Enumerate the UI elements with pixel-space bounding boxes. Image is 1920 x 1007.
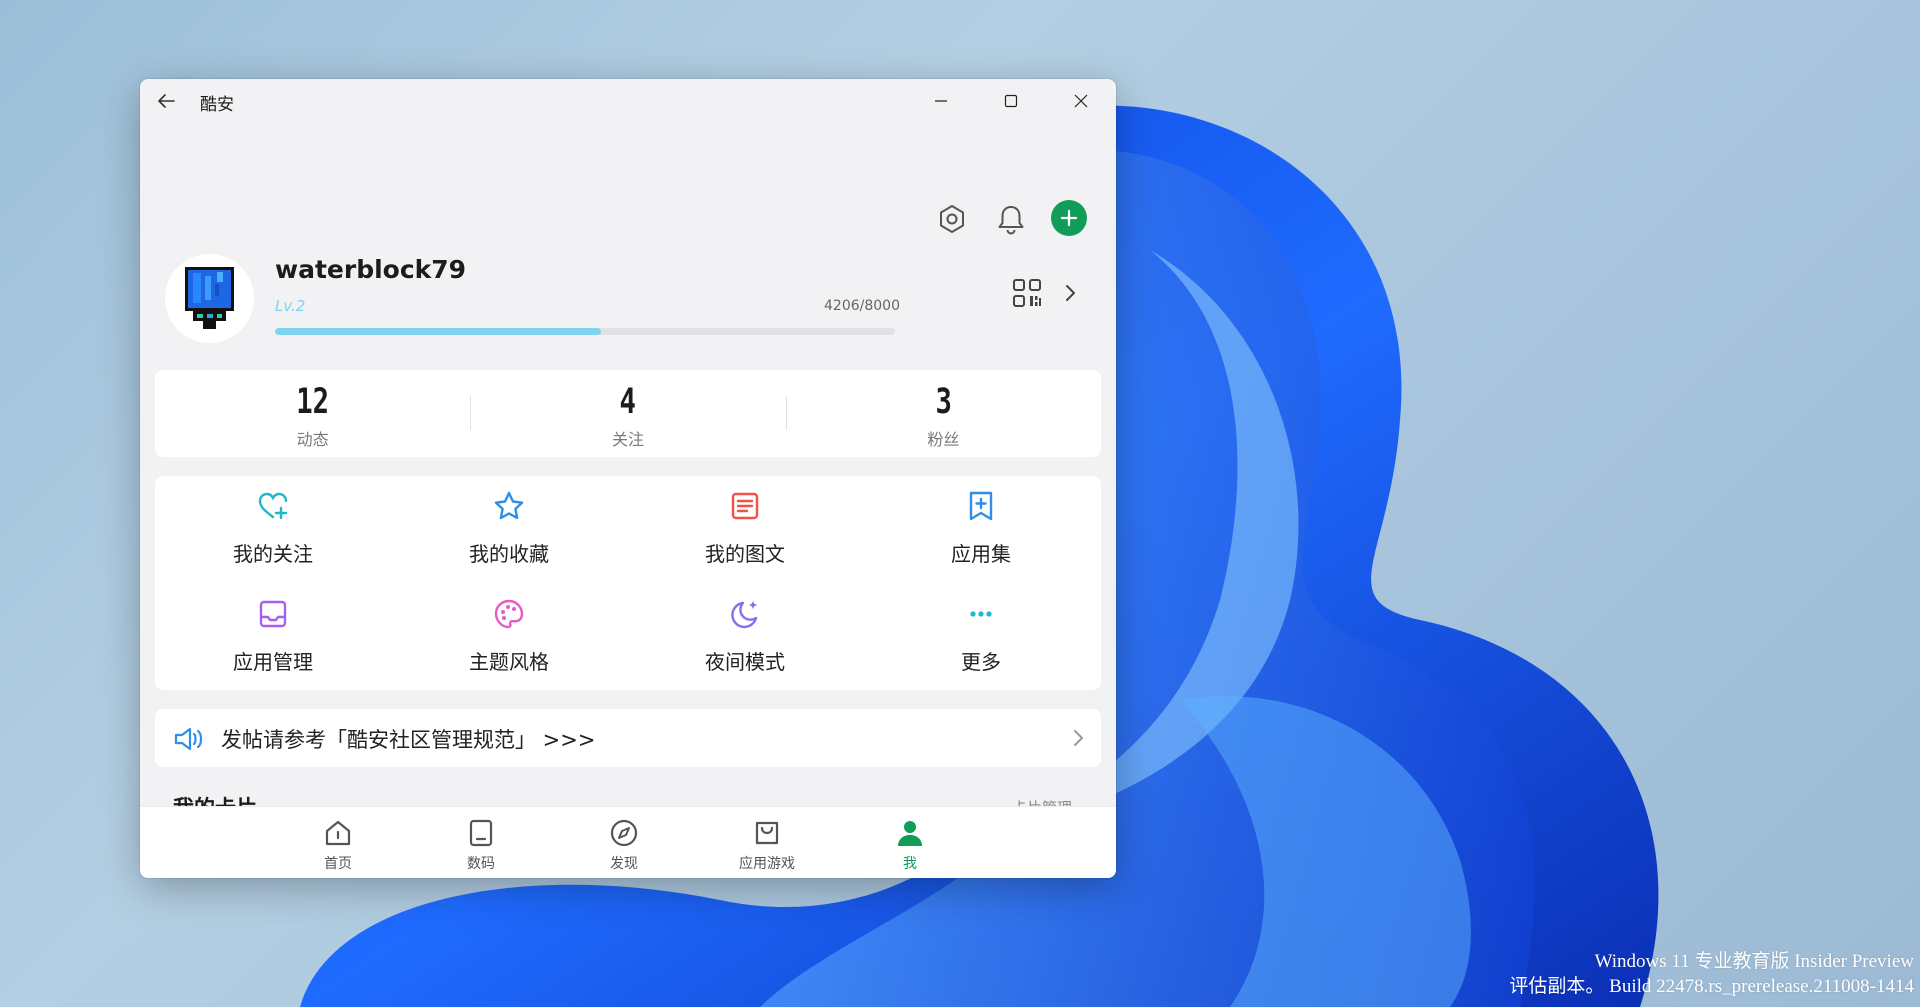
menu-night-mode[interactable]: 夜间模式 [627, 584, 863, 684]
maximize-icon [1004, 94, 1018, 108]
stat-label: 粉丝 [927, 430, 960, 449]
menu-label: 应用管理 [233, 650, 313, 674]
menu-my-follows[interactable]: 我的关注 [155, 476, 391, 576]
exp-progress-bar [275, 328, 895, 335]
window-title: 酷安 [200, 95, 234, 115]
home-icon [322, 817, 354, 849]
avatar-image [165, 254, 254, 343]
notifications-button[interactable] [989, 197, 1033, 241]
article-icon [727, 488, 763, 524]
inbox-icon [255, 596, 291, 632]
star-icon [491, 488, 527, 524]
close-icon [1074, 94, 1088, 108]
nav-label: 数码 [467, 856, 495, 872]
arrow-left-icon [158, 94, 175, 108]
plus-icon [1060, 209, 1078, 227]
bag-icon [751, 817, 783, 849]
moon-star-icon [727, 596, 763, 632]
settings-button[interactable] [930, 197, 974, 241]
menu-label: 我的图文 [705, 542, 785, 566]
stat-label: 关注 [611, 430, 644, 449]
minimize-icon [935, 100, 947, 102]
nav-apps-games[interactable]: 应用游戏 [717, 807, 817, 878]
stats-card: 12 动态 4 关注 3 粉丝 [155, 370, 1101, 457]
user-level: Lv.2 [275, 297, 306, 315]
nav-discover[interactable]: 发现 [574, 807, 674, 878]
speaker-icon [173, 723, 205, 755]
menu-more[interactable]: 更多 [863, 584, 1099, 684]
menu-app-management[interactable]: 应用管理 [155, 584, 391, 684]
menu-label: 我的收藏 [469, 542, 549, 566]
nav-label: 首页 [324, 856, 352, 872]
chevron-right-icon [1066, 285, 1075, 301]
menu-label: 更多 [961, 650, 1001, 674]
exp-count: 4206/8000 [824, 298, 900, 314]
menu-label: 夜间模式 [705, 650, 785, 674]
menu-label: 应用集 [951, 542, 1011, 566]
menu-app-collections[interactable]: 应用集 [863, 476, 1099, 576]
windows-watermark: Windows 11 专业教育版 Insider Preview 评估副本。 B… [1509, 949, 1914, 999]
nav-label: 我 [903, 856, 917, 872]
user-icon [894, 817, 926, 849]
bottom-navigation: 首页 数码 发现 应用游戏 我 [140, 806, 1116, 878]
nav-me[interactable]: 我 [860, 807, 960, 878]
menu-label: 我的关注 [233, 542, 313, 566]
community-rules-notice[interactable]: 发帖请参考「酷安社区管理规范」 >>> [155, 709, 1101, 767]
back-button[interactable] [150, 85, 182, 117]
stat-posts[interactable]: 12 动态 [155, 370, 470, 457]
nav-home[interactable]: 首页 [288, 807, 388, 878]
bookmark-plus-icon [963, 488, 999, 524]
menu-my-favorites[interactable]: 我的收藏 [391, 476, 627, 576]
gear-icon [940, 205, 964, 233]
more-dots-icon [963, 596, 999, 632]
maximize-button[interactable] [976, 79, 1046, 123]
avatar[interactable] [165, 254, 254, 343]
notice-text: 发帖请参考「酷安社区管理规范」 >>> [221, 728, 596, 752]
add-button[interactable] [1051, 200, 1087, 236]
compass-icon [608, 817, 640, 849]
coolapk-window: 酷安 waterblock79 Lv.2 4206/8000 12 动态 4 关… [140, 79, 1116, 878]
title-bar[interactable]: 酷安 [140, 79, 1116, 123]
watermark-line-2: 评估副本。 Build 22478.rs_prerelease.211008-1… [1509, 976, 1914, 997]
tablet-icon [465, 817, 497, 849]
palette-icon [491, 596, 527, 632]
stat-value: 12 [296, 382, 330, 422]
nav-digital[interactable]: 数码 [431, 807, 531, 878]
stat-followers[interactable]: 3 粉丝 [785, 370, 1101, 457]
nav-label: 发现 [610, 856, 638, 872]
menu-label: 主题风格 [469, 650, 549, 674]
qr-code-button[interactable] [1007, 273, 1047, 313]
stat-following[interactable]: 4 关注 [470, 370, 785, 457]
stat-value: 4 [619, 382, 637, 422]
feature-grid: 我的关注 我的收藏 我的图文 应用集 应用管理 主题风格 夜间模式 更多 [155, 476, 1101, 690]
nav-label: 应用游戏 [739, 856, 795, 872]
close-button[interactable] [1046, 79, 1116, 123]
chevron-right-icon [1065, 724, 1091, 752]
stat-label: 动态 [296, 430, 329, 449]
profile-detail-button[interactable] [1055, 275, 1085, 311]
menu-theme-style[interactable]: 主题风格 [391, 584, 627, 684]
stat-value: 3 [935, 382, 952, 422]
username[interactable]: waterblock79 [275, 255, 466, 284]
heart-plus-icon [255, 488, 291, 524]
minimize-button[interactable] [906, 79, 976, 123]
watermark-line-1: Windows 11 专业教育版 Insider Preview [1594, 951, 1914, 972]
exp-progress-fill [275, 328, 602, 335]
qr-code-icon [1013, 279, 1041, 307]
bell-icon [998, 206, 1024, 235]
menu-my-articles[interactable]: 我的图文 [627, 476, 863, 576]
